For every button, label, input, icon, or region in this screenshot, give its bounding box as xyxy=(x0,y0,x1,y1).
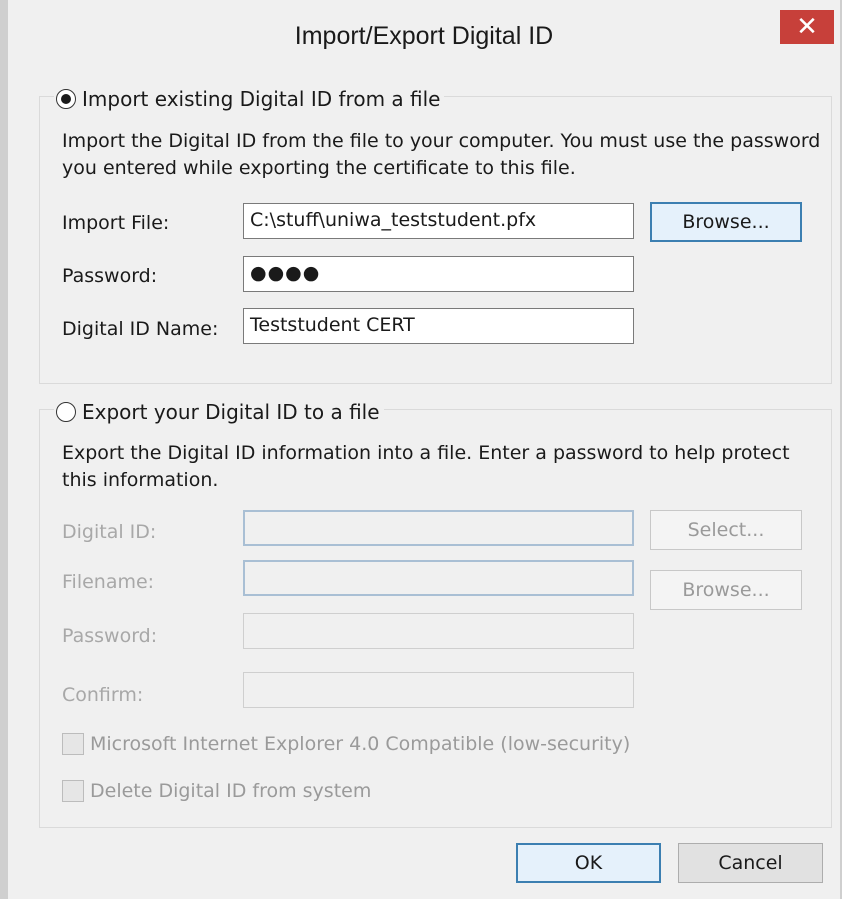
export-filename-label: Filename: xyxy=(62,571,155,593)
import-radio-option[interactable]: Import existing Digital ID from a file xyxy=(54,87,445,111)
digital-id-name-label: Digital ID Name: xyxy=(62,318,219,340)
ie-compat-label: Microsoft Internet Explorer 4.0 Compatib… xyxy=(90,733,631,755)
export-digital-id-input xyxy=(243,510,634,546)
export-browse-button: Browse... xyxy=(650,570,802,610)
export-confirm-label: Confirm: xyxy=(62,684,144,706)
import-browse-button[interactable]: Browse... xyxy=(650,202,802,242)
ie-compat-checkbox xyxy=(62,733,84,755)
import-radio-button[interactable] xyxy=(56,89,76,109)
export-password-input xyxy=(243,613,634,649)
import-password-label: Password: xyxy=(62,265,158,287)
close-button[interactable]: ✕ xyxy=(780,10,834,44)
import-password-input[interactable]: ●●●● xyxy=(243,256,634,292)
delete-id-option: Delete Digital ID from system xyxy=(62,780,371,802)
export-password-label: Password: xyxy=(62,625,158,647)
cancel-button[interactable]: Cancel xyxy=(678,843,823,883)
delete-id-checkbox xyxy=(62,780,84,802)
close-icon: ✕ xyxy=(796,12,818,42)
export-confirm-input xyxy=(243,672,634,708)
ie-compat-option: Microsoft Internet Explorer 4.0 Compatib… xyxy=(62,733,630,755)
title-bar: Import/Export Digital ID ✕ xyxy=(8,0,840,80)
export-radio-option[interactable]: Export your Digital ID to a file xyxy=(54,400,384,424)
export-radio-label: Export your Digital ID to a file xyxy=(82,400,380,424)
export-radio-button[interactable] xyxy=(56,402,76,422)
export-filename-input xyxy=(243,560,634,596)
import-file-input[interactable]: C:\stuff\uniwa_teststudent.pfx xyxy=(243,203,634,239)
import-description: Import the Digital ID from the file to y… xyxy=(62,130,821,179)
digital-id-name-input[interactable]: Teststudent CERT xyxy=(243,308,634,344)
dialog-title: Import/Export Digital ID xyxy=(294,22,554,50)
export-digital-id-label: Digital ID: xyxy=(62,521,157,543)
delete-id-label: Delete Digital ID from system xyxy=(90,780,372,802)
import-file-label: Import File: xyxy=(62,212,170,234)
import-radio-label: Import existing Digital ID from a file xyxy=(82,87,441,111)
export-select-button: Select... xyxy=(650,510,802,550)
import-export-dialog: Import/Export Digital ID ✕ Import existi… xyxy=(0,0,842,899)
export-description: Export the Digital ID information into a… xyxy=(62,442,790,491)
ok-button[interactable]: OK xyxy=(516,843,661,883)
